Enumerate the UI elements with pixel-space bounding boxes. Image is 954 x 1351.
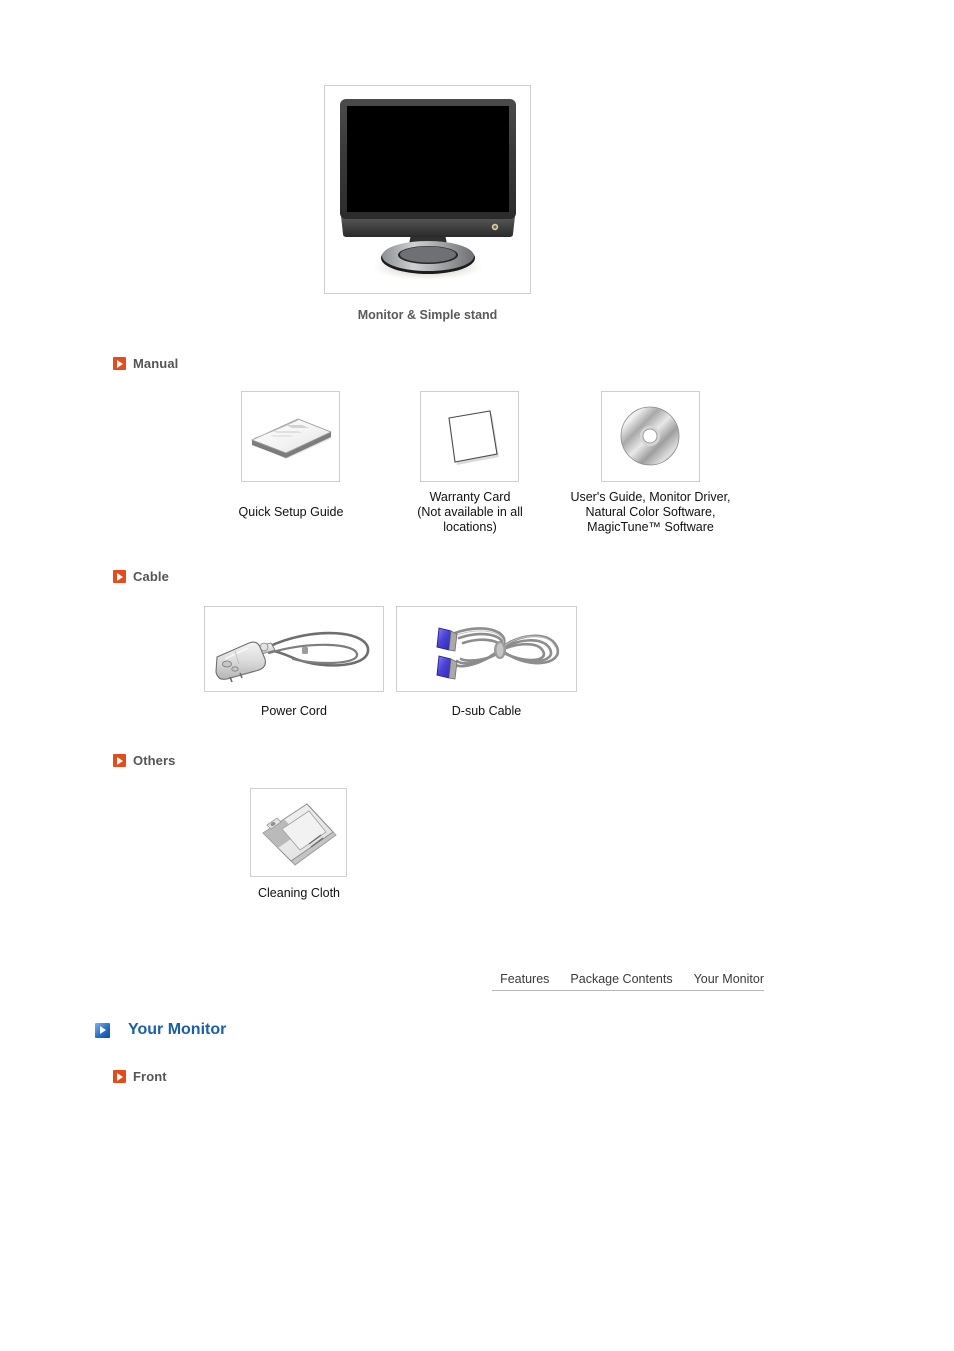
power-cord-illustration bbox=[215, 631, 370, 683]
cleaning-cloth-caption: Cleaning Cloth bbox=[258, 886, 340, 900]
monitor-illustration bbox=[340, 99, 516, 280]
blue-arrow-icon bbox=[95, 1022, 110, 1038]
section-header-front: Front bbox=[113, 1070, 167, 1083]
section-label-others: Others bbox=[133, 753, 176, 768]
d-sub-cable-illustration bbox=[436, 627, 560, 680]
dsub-cable-image bbox=[396, 606, 577, 692]
quick-setup-guide-image bbox=[241, 391, 340, 482]
breadcrumb-nav: Features Package Contents Your Monitor bbox=[492, 972, 764, 991]
nav-link-package-contents[interactable]: Package Contents bbox=[570, 972, 672, 986]
warranty-card-image bbox=[420, 391, 519, 482]
section-header-cable: Cable bbox=[113, 570, 169, 583]
nav-link-features[interactable]: Features bbox=[500, 972, 549, 986]
card-illustration bbox=[448, 410, 499, 465]
orange-arrow-icon bbox=[113, 754, 126, 767]
cleaning-cloth-illustration bbox=[262, 803, 337, 866]
power-cord-caption: Power Cord bbox=[261, 704, 327, 718]
software-cd-caption: User's Guide, Monitor Driver, Natural Co… bbox=[570, 490, 731, 534]
page-title-your-monitor: Your Monitor bbox=[95, 1022, 226, 1038]
cleaning-cloth-image bbox=[250, 788, 347, 877]
section-header-manual: Manual bbox=[113, 357, 178, 370]
page-title-label: Your Monitor bbox=[128, 1021, 227, 1038]
dsub-cable-caption: D-sub Cable bbox=[451, 704, 522, 718]
warranty-card-caption: Warranty Card (Not available in all loca… bbox=[417, 490, 523, 534]
nav-link-your-monitor[interactable]: Your Monitor bbox=[694, 972, 764, 986]
section-label-front: Front bbox=[133, 1069, 167, 1084]
booklet-illustration bbox=[250, 418, 333, 459]
hero-caption: Monitor & Simple stand bbox=[357, 308, 498, 322]
software-cd-image bbox=[601, 391, 700, 482]
section-label-manual: Manual bbox=[133, 356, 179, 371]
section-label-cable: Cable bbox=[133, 569, 169, 584]
cd-disc-illustration bbox=[620, 406, 680, 466]
orange-arrow-icon bbox=[113, 1070, 126, 1083]
orange-arrow-icon bbox=[113, 570, 126, 583]
power-cord-image bbox=[204, 606, 384, 692]
monitor-and-simple-stand-image bbox=[324, 85, 531, 294]
orange-arrow-icon bbox=[113, 357, 126, 370]
section-header-others: Others bbox=[113, 754, 176, 767]
quick-setup-guide-caption: Quick Setup Guide bbox=[238, 505, 344, 519]
